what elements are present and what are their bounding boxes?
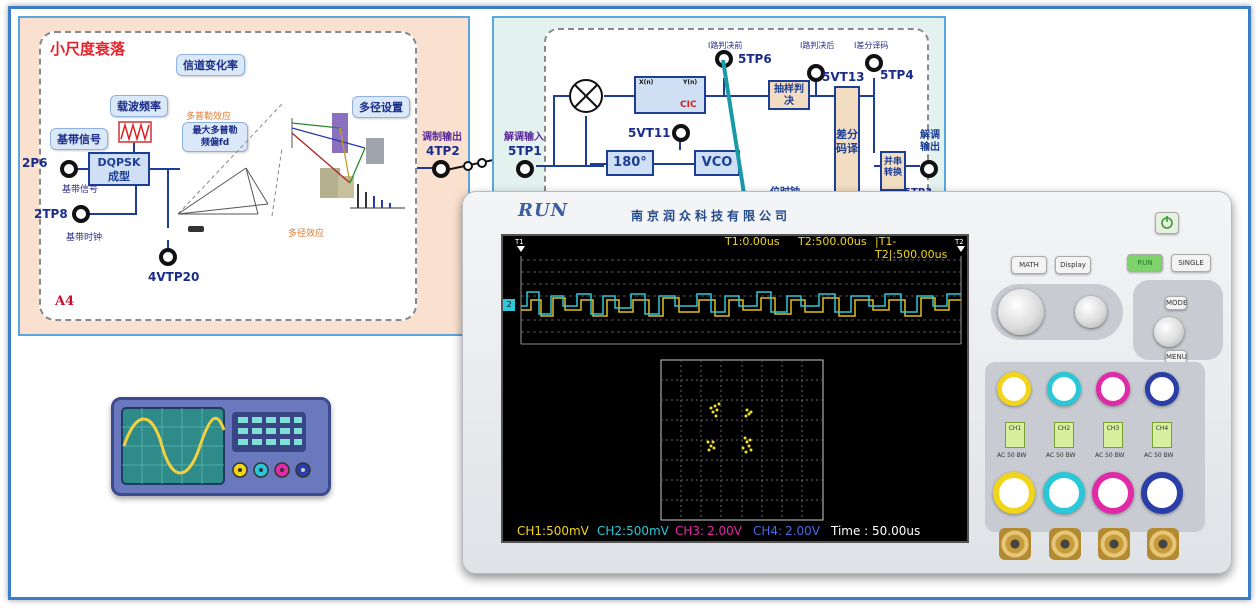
power-button[interactable] xyxy=(1155,212,1179,234)
oscilloscope: RUN 南京润众科技有限公司 T1 T2 T1:0.00us T2:500.00… xyxy=(462,191,1232,574)
single-button[interactable]: SINGLE xyxy=(1171,254,1211,272)
ch2-input-connector[interactable] xyxy=(1049,528,1081,560)
ch3-input-connector[interactable] xyxy=(1098,528,1130,560)
cic-label: CIC xyxy=(680,100,697,110)
left-wiring xyxy=(76,103,440,250)
t2-readout: T2:500.00us xyxy=(798,235,867,248)
ch3-scale-knob[interactable] xyxy=(1092,472,1134,514)
ch3-scale: 2.00V xyxy=(707,524,742,538)
tp-5vt13-label: 5VT13 xyxy=(822,70,865,84)
oscilloscope-icon-graphic xyxy=(121,407,311,485)
display-button[interactable]: Display xyxy=(1055,256,1091,274)
power-icon xyxy=(1161,216,1173,229)
trigger-level-knob[interactable] xyxy=(1154,317,1184,347)
ch4-position-knob[interactable] xyxy=(1145,372,1179,406)
cic-filter-block: X(n) Y(n) CIC xyxy=(634,76,706,114)
ch2-scale: CH2:500mV xyxy=(597,524,669,538)
ch4-name: CH4: xyxy=(753,524,783,538)
demod-in-label: 解调输入 xyxy=(504,132,544,143)
tp-5tp4-label: 5TP4 xyxy=(880,68,914,82)
probe-cable xyxy=(721,60,747,200)
tp-2tp8-sub: 基带时钟 xyxy=(66,233,103,243)
tp-4vtp20-terminal[interactable] xyxy=(159,248,177,266)
t1-readout: T1:0.00us xyxy=(725,235,780,248)
ch4-scale: 2.00V xyxy=(785,524,820,538)
demod-out-label: 解调输出 xyxy=(920,130,940,153)
ch2-marker: 2 xyxy=(503,299,515,311)
timebase-readout: Time : 50.00us xyxy=(831,524,921,538)
oscilloscope-icon[interactable] xyxy=(111,397,331,496)
par-ser-block: 并串转换 xyxy=(880,151,906,191)
small-scale-fading-panel: 小尺度衰落 信道变化率 载波频率 多普勒效应 最大多普勒频偏fd 多径设置 基带… xyxy=(18,16,470,336)
yn-label: Y(n) xyxy=(683,79,698,86)
tp-5tp1-terminal[interactable] xyxy=(516,160,534,178)
cursor-t1-label: T1 xyxy=(515,238,524,246)
ch2-scale-knob[interactable] xyxy=(1043,472,1085,514)
ch3-position-knob[interactable] xyxy=(1096,372,1130,406)
scope-waveform-area xyxy=(517,246,965,521)
xn-label: X(n) xyxy=(639,79,654,86)
brand-logo: RUN xyxy=(518,200,569,221)
horizontal-position-knob[interactable] xyxy=(998,289,1044,335)
ch3-button[interactable]: CH3 xyxy=(1103,422,1123,448)
mode-button[interactable]: MODE xyxy=(1165,296,1187,310)
tp-2p6-sub: 基带信号 xyxy=(62,185,99,195)
phase-shift-block: 180° xyxy=(606,150,654,176)
company-name: 南京润众科技有限公司 xyxy=(631,209,792,223)
ch4-button[interactable]: CH4 xyxy=(1152,422,1172,448)
ch2-button[interactable]: CH2 xyxy=(1054,422,1074,448)
tp-2p6-terminal[interactable] xyxy=(60,160,78,178)
tp-2tp8-label: 2TP8 xyxy=(34,207,68,221)
run-button[interactable]: RUN xyxy=(1127,254,1163,272)
tp-5vt11-terminal[interactable] xyxy=(672,124,690,142)
ch3-coupling: AC 50 BW xyxy=(1095,452,1125,459)
tp-4vtp20-label: 4VTP20 xyxy=(148,270,200,284)
sample-decision-block: 抽样判决 xyxy=(768,80,810,110)
a4-tag: A4 xyxy=(55,294,75,309)
tp-2p6-label: 2P6 xyxy=(22,156,48,170)
ch1-button[interactable]: CH1 xyxy=(1005,422,1025,448)
diff-decode-label: I差分译码 xyxy=(854,41,889,50)
delta-t-readout: |T1-T2|:500.00us xyxy=(875,235,948,261)
multipath-effect-label: 多径效应 xyxy=(288,229,325,239)
ch4-scale-knob[interactable] xyxy=(1141,472,1183,514)
ch1-scale: CH1:500mV xyxy=(517,524,589,538)
scope-display[interactable]: T1 T2 T1:0.00us T2:500.00us |T1-T2|:500.… xyxy=(501,234,969,543)
ch1-coupling: AC 50 BW xyxy=(997,452,1027,459)
tp-5tp1-label: 5TP1 xyxy=(508,144,542,158)
tp-5vt11-label: 5VT11 xyxy=(628,126,671,140)
ch2-coupling: AC 50 BW xyxy=(1046,452,1076,459)
horizontal-scale-knob[interactable] xyxy=(1075,296,1107,328)
mod-out-label: 调制输出 xyxy=(422,132,462,143)
demod-out-terminal[interactable] xyxy=(920,160,938,178)
ch1-position-knob[interactable] xyxy=(997,372,1031,406)
ch3-name: CH3: xyxy=(675,524,705,538)
ch1-scale-knob[interactable] xyxy=(993,472,1035,514)
math-button[interactable]: MATH xyxy=(1011,256,1047,274)
ch4-input-connector[interactable] xyxy=(1147,528,1179,560)
ch1-input-connector[interactable] xyxy=(999,528,1031,560)
tp-2tp8-terminal[interactable] xyxy=(72,205,90,223)
ch4-coupling: AC 50 BW xyxy=(1144,452,1174,459)
path-post-label: I路判决后 xyxy=(800,41,835,50)
ch2-position-knob[interactable] xyxy=(1047,372,1081,406)
